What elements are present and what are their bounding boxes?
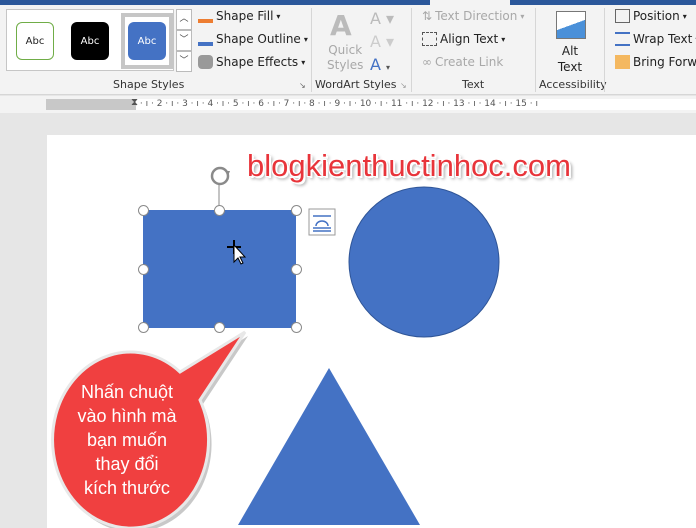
resize-handle-ne[interactable] (291, 205, 302, 216)
resize-handle-se[interactable] (291, 322, 302, 333)
resize-handle-n[interactable] (214, 205, 225, 216)
rotate-handle-icon[interactable] (210, 166, 230, 186)
resize-handle-s[interactable] (214, 322, 225, 333)
circle-shape[interactable] (348, 186, 500, 338)
resize-handle-w[interactable] (138, 264, 149, 275)
resize-handle-e[interactable] (291, 264, 302, 275)
watermark: blogkienthuctinhoc.com (247, 148, 571, 183)
callout-text: Nhấn chuột vào hình mà bạn muốn thay đổi… (77, 382, 177, 498)
resize-handle-nw[interactable] (138, 205, 149, 216)
triangle-shape[interactable] (238, 368, 420, 525)
rectangle-shape[interactable] (143, 210, 296, 328)
resize-handle-sw[interactable] (138, 322, 149, 333)
